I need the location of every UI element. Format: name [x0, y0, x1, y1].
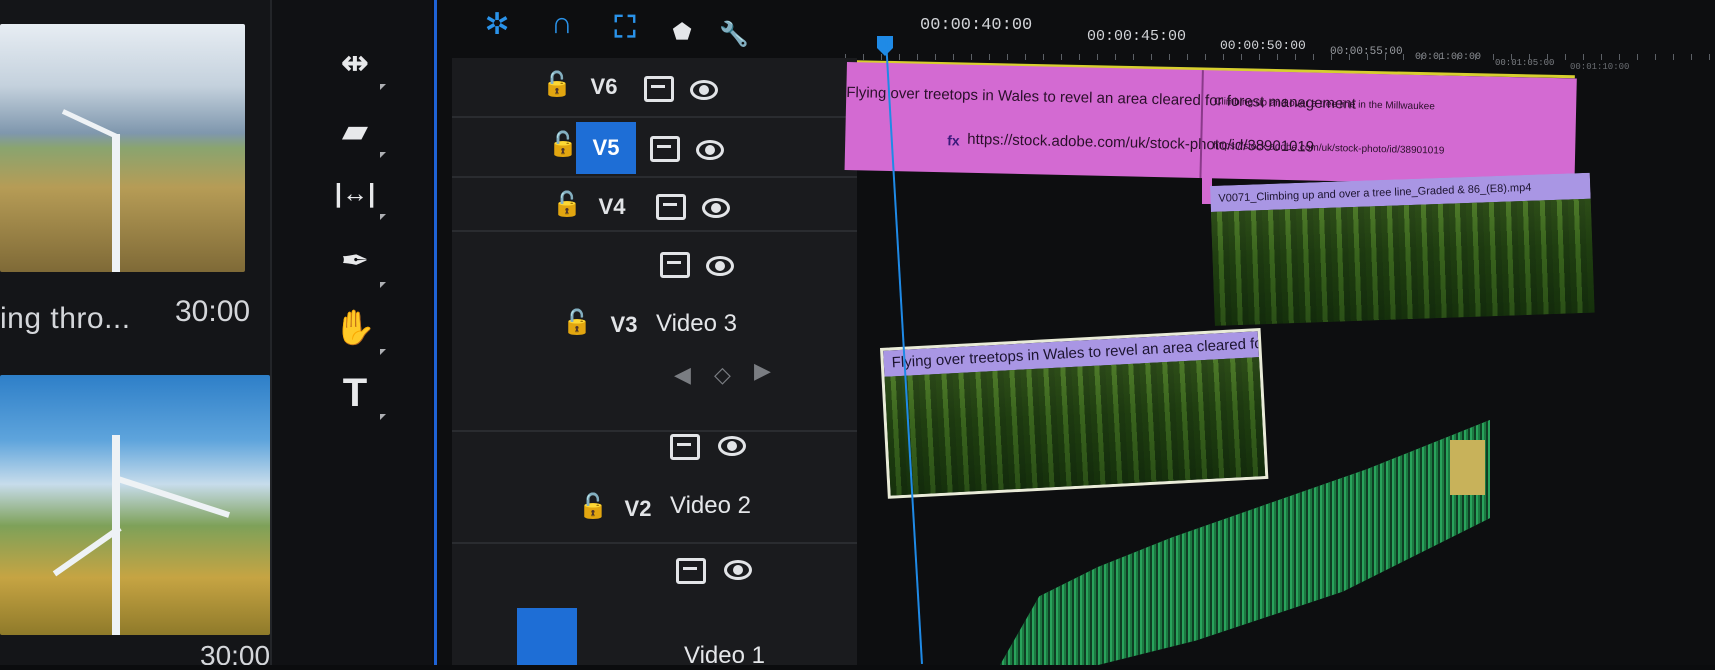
pen-icon[interactable]: ✒ [332, 238, 378, 284]
track-name[interactable]: Video 2 [670, 492, 751, 520]
media-thumbnail[interactable] [0, 24, 245, 272]
ruler-timecode: 00:00:50:00 [1220, 38, 1306, 53]
wind-turbine-blade [61, 109, 121, 140]
track-id[interactable]: V5 [576, 122, 636, 174]
type-icon[interactable]: T [332, 370, 378, 416]
slip-icon[interactable]: |↔| [332, 170, 378, 216]
nest-sequence-icon[interactable]: ✲ [475, 2, 519, 46]
media-thumbnail[interactable] [0, 375, 270, 635]
time-ruler[interactable] [845, 54, 1715, 60]
sync-lock-icon[interactable] [676, 558, 706, 584]
track-name[interactable]: Video 1 [684, 642, 765, 670]
track-id[interactable]: V6 [584, 74, 624, 100]
track-name[interactable]: Video 3 [656, 310, 737, 338]
lock-track-icon[interactable]: 🔓 [562, 308, 592, 337]
track-id[interactable]: V2 [618, 496, 658, 522]
fx-badge-icon[interactable]: fx [947, 132, 960, 148]
razor-icon[interactable]: ▰ [332, 108, 378, 154]
wind-turbine-tower [112, 134, 120, 272]
ruler-timecode: 00:01:10:00 [1570, 62, 1630, 72]
track-header-v6[interactable]: 🔓 V6 [452, 58, 857, 118]
next-keyframe-icon[interactable]: ▶ [754, 358, 771, 384]
hand-icon[interactable]: ✋ [332, 305, 378, 351]
video-clip-v3[interactable]: V0071_Climbing up and over a tree line_G… [1210, 172, 1595, 326]
clip-thumbnail-forest [884, 357, 1266, 496]
sync-lock-icon[interactable] [660, 252, 690, 278]
wind-turbine-blade [114, 475, 231, 518]
clip-edit-point[interactable] [1199, 70, 1204, 179]
eye-icon[interactable] [706, 256, 734, 276]
track-id[interactable]: V3 [604, 312, 644, 338]
audio-clip-end[interactable] [1450, 440, 1485, 495]
eye-icon[interactable] [718, 436, 746, 456]
ruler-timecode: 00:00:45:00 [1087, 28, 1187, 45]
eye-icon[interactable] [690, 80, 718, 100]
track-header-v4[interactable]: 🔓 V4 [452, 178, 857, 232]
track-id[interactable]: V4 [592, 194, 632, 220]
track-header-v1[interactable]: Video 1 [452, 544, 857, 669]
lock-track-icon[interactable]: 🔓 [578, 492, 608, 521]
track-header-v2[interactable]: 🔓 V2 Video 2 [452, 432, 857, 544]
track-header-v5[interactable]: 🔓 V5 [452, 118, 857, 178]
media-duration: 30:00 [175, 295, 251, 328]
sync-lock-icon[interactable] [670, 434, 700, 460]
lock-track-icon[interactable]: 🔓 [548, 130, 578, 159]
add-keyframe-icon[interactable]: ◇ [714, 362, 731, 388]
previous-keyframe-icon[interactable]: ◀ [674, 362, 691, 388]
sync-lock-icon[interactable] [644, 76, 674, 102]
marker-icon[interactable]: ⬟ [660, 10, 704, 54]
project-panel: ing thro... 30:00 30:00 [0, 0, 272, 665]
panel-focus-border [434, 0, 437, 665]
tools-panel: ⇹ ▰ |↔| ✒ ✋ T [272, 0, 432, 665]
eye-icon[interactable] [702, 198, 730, 218]
source-patch-v1[interactable] [517, 608, 577, 665]
eye-icon[interactable] [724, 560, 752, 580]
media-title: ing thro... [0, 302, 131, 335]
sync-lock-icon[interactable] [650, 136, 680, 162]
sync-lock-icon[interactable] [656, 194, 686, 220]
linked-selection-icon[interactable]: ⛶ [603, 6, 647, 50]
ruler-timecode: 00:00:40:00 [920, 16, 1033, 35]
media-duration: 30:00 [200, 640, 271, 665]
eye-icon[interactable] [696, 140, 724, 160]
lock-track-icon[interactable]: 🔓 [552, 190, 582, 219]
track-header-v3[interactable]: 🔓 V3 Video 3 ◀ ◇ ▶ [452, 232, 857, 432]
video-clip-v2[interactable]: Flying over treetops in Wales to revel a… [880, 328, 1269, 499]
clip-thumbnail-forest [1210, 198, 1595, 326]
ripple-edit-icon[interactable]: ⇹ [332, 40, 378, 86]
settings-wrench-icon[interactable]: 🔧 [712, 12, 756, 56]
snap-icon[interactable]: ∩ [540, 2, 584, 46]
lock-track-icon[interactable]: 🔓 [542, 70, 572, 99]
